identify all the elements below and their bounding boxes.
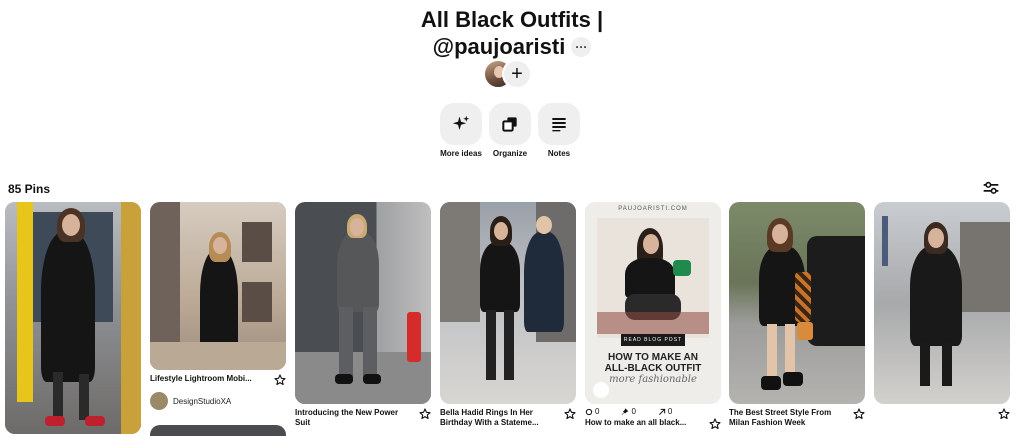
notes-button[interactable] [538, 103, 580, 145]
organize-label: Organize [492, 149, 528, 158]
board-title-line2: @paujoaristi [432, 34, 566, 59]
notes-icon [552, 118, 566, 132]
pin-creator[interactable]: DesignStudioXA [150, 392, 286, 410]
blog-headline: HOW TO MAKE AN ALL-BLACK OUTFIT more fas… [585, 352, 721, 385]
blog-headline-line1: HOW TO MAKE AN [608, 352, 698, 363]
plus-icon: + [511, 63, 523, 85]
pin-card[interactable] [874, 202, 1010, 420]
more-ideas-button[interactable] [440, 103, 482, 145]
notes-label: Notes [547, 149, 571, 158]
comments-stat[interactable]: 0 [585, 407, 599, 416]
pin-card[interactable]: PAUJOARISTI.COM READ BLOG POST HOW TO MA… [585, 202, 721, 430]
pin-title[interactable]: Introducing the New Power Suit [295, 408, 411, 428]
shares-stat[interactable]: 0 [658, 407, 672, 416]
saves-stat[interactable]: 0 [621, 407, 636, 416]
board-title: All Black Outfits | @paujoaristi ··· [0, 6, 1024, 60]
star-icon[interactable] [998, 408, 1010, 420]
pin-card[interactable] [150, 425, 286, 436]
pin-title[interactable]: Bella Hadid Rings In Her Birthday With a… [440, 408, 556, 428]
more-ideas-label: More ideas [440, 149, 482, 158]
shares-count: 0 [667, 407, 673, 416]
share-arrow-icon [658, 408, 666, 415]
star-icon[interactable] [419, 408, 431, 420]
pin-badge-icon [593, 382, 609, 398]
board-actions: More ideas Organize Notes [440, 103, 580, 158]
pin-card[interactable]: Introducing the New Power Suit [295, 202, 431, 428]
filter-button[interactable] [982, 180, 1000, 196]
pin-count: 85 Pins [8, 182, 51, 196]
pin-title[interactable]: How to make an all black... [585, 418, 686, 428]
board-title-line1: All Black Outfits | [420, 7, 604, 32]
organize-button[interactable] [489, 103, 531, 145]
comment-icon [585, 408, 593, 415]
pin-card[interactable]: Bella Hadid Rings In Her Birthday With a… [440, 202, 576, 428]
pin-image[interactable]: PAUJOARISTI.COM READ BLOG POST HOW TO MA… [585, 202, 721, 404]
pin-image[interactable] [150, 425, 286, 436]
creator-name[interactable]: DesignStudioXA [173, 397, 231, 406]
star-icon[interactable] [564, 408, 576, 420]
star-icon[interactable] [853, 408, 865, 420]
comments-count: 0 [595, 407, 600, 416]
pin-card[interactable]: Lifestyle Lightroom Mobi... DesignStudio… [150, 202, 286, 410]
pin-title[interactable]: The Best Street Style From Milan Fashion… [729, 408, 845, 428]
ellipsis-icon: ··· [575, 39, 588, 54]
sparkle-icon [452, 115, 470, 130]
add-collaborator-button[interactable]: + [502, 59, 532, 89]
pin-stats: 0 0 0 [585, 407, 721, 416]
filter-icon [983, 181, 999, 194]
star-icon[interactable] [274, 374, 286, 386]
pin-image[interactable] [150, 202, 286, 370]
pin-image[interactable] [295, 202, 431, 404]
pin-image[interactable] [874, 202, 1010, 404]
pin-icon [622, 407, 629, 415]
more-ideas-action[interactable]: More ideas [440, 103, 482, 158]
saves-count: 0 [631, 407, 636, 416]
organize-action[interactable]: Organize [489, 103, 531, 158]
pin-card[interactable]: The Best Street Style From Milan Fashion… [729, 202, 865, 428]
pin-image[interactable] [440, 202, 576, 404]
organize-icon [502, 117, 517, 132]
pin-card[interactable] [5, 202, 141, 436]
creator-avatar[interactable] [150, 392, 168, 410]
pin-title[interactable]: Lifestyle Lightroom Mobi... [150, 374, 252, 384]
read-blog-post-badge: READ BLOG POST [621, 334, 685, 346]
notes-action[interactable]: Notes [538, 103, 580, 158]
pin-image[interactable] [5, 202, 141, 434]
blog-site-label: PAUJOARISTI.COM [618, 206, 688, 212]
star-icon[interactable] [709, 418, 721, 430]
more-options-button[interactable]: ··· [571, 36, 592, 57]
collaborators: + [483, 59, 533, 89]
pin-image[interactable] [729, 202, 865, 404]
blog-headline-line2: ALL-BLACK OUTFIT [604, 363, 702, 374]
